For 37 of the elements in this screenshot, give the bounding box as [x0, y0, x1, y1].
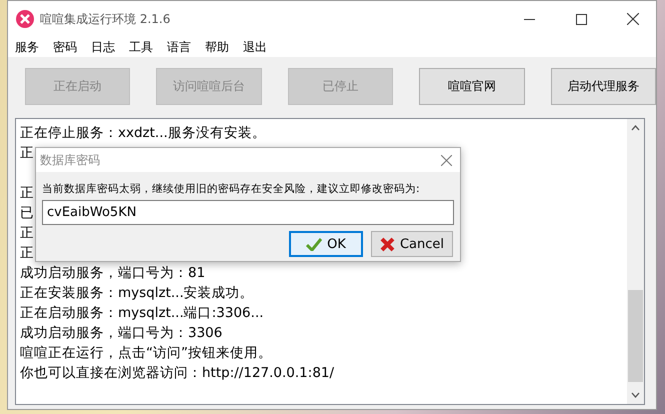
- menu-item[interactable]: 日志: [91, 38, 115, 56]
- toolbar-button[interactable]: 启动代理服务: [550, 68, 656, 105]
- log-line: 正: [20, 184, 34, 203]
- scrollbar[interactable]: [627, 119, 644, 404]
- window-title: 喧喧集成运行环境 2.1.6: [40, 10, 172, 28]
- cancel-button[interactable]: Cancel: [371, 231, 453, 257]
- scroll-up-icon[interactable]: [631, 125, 640, 131]
- close-icon: [627, 13, 639, 25]
- app-logo-icon: [16, 10, 34, 28]
- log-line: 正: [20, 244, 34, 263]
- log-line: 正: [20, 224, 34, 243]
- dialog-title: 数据库密码: [40, 152, 100, 168]
- menu-item[interactable]: 密码: [53, 38, 77, 56]
- log-line: 正在停止服务：xxdzt...服务没有安装。: [20, 124, 266, 143]
- cross-icon: [380, 236, 395, 252]
- log-line: 正在安装服务：mysqlzt...安装成功。: [20, 284, 254, 303]
- toolbar-button[interactable]: 喧喧官网: [419, 68, 525, 105]
- log-line: 成功启动服务，端口号为：81: [20, 264, 206, 283]
- log-line: 已: [20, 204, 34, 223]
- minimize-icon: [524, 18, 534, 20]
- log-line: 你也可以直接在浏览器访问：http://127.0.0.1:81/: [20, 364, 334, 383]
- dialog-message: 当前数据库密码太弱，继续使用旧的密码存在安全风险，建议立即修改密码为:: [42, 182, 421, 196]
- menu-item[interactable]: 服务: [15, 38, 39, 56]
- menu-item[interactable]: 工具: [129, 38, 153, 56]
- log-line: 正: [20, 144, 34, 163]
- check-icon: [306, 238, 322, 250]
- maximize-icon: [576, 14, 586, 24]
- log-line: 喧喧正在运行，点击“访问”按钮来使用。: [20, 344, 272, 363]
- menu-item[interactable]: 帮助: [205, 38, 229, 56]
- password-field[interactable]: cvEaibWo5KN: [42, 200, 454, 225]
- log-line: 正在启动服务：mysqlzt...端口:3306...: [20, 304, 264, 323]
- menu-item[interactable]: 语言: [167, 38, 191, 56]
- close-icon[interactable]: [441, 154, 452, 166]
- scroll-down-icon[interactable]: [631, 392, 640, 398]
- log-line: 成功启动服务，端口号为：3306: [20, 324, 222, 343]
- ok-button[interactable]: OK: [289, 231, 363, 257]
- menu-item[interactable]: 退出: [243, 38, 267, 56]
